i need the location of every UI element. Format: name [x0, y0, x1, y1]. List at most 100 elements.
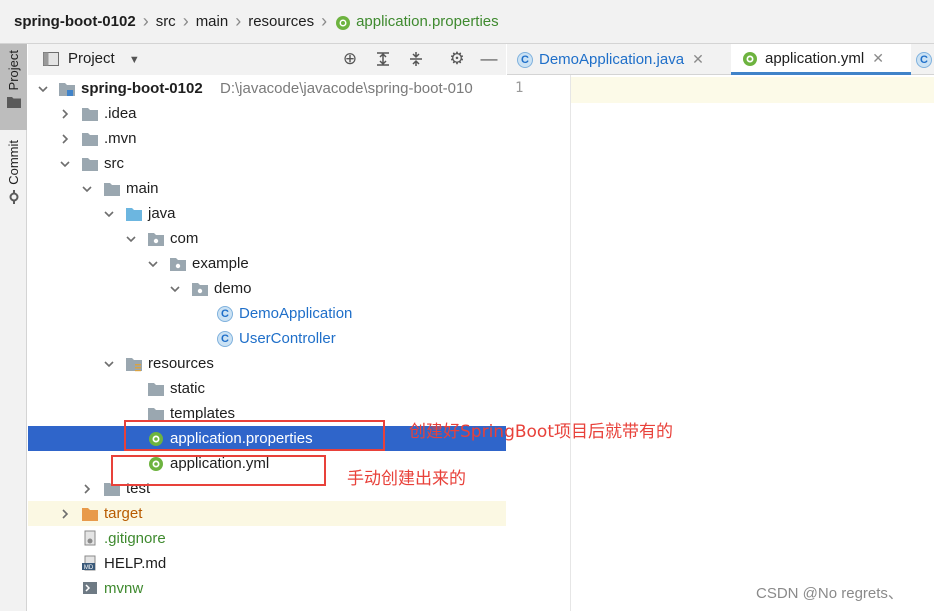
tree-row-java[interactable]: java	[28, 201, 506, 226]
breadcrumb-project[interactable]: spring-boot-0102	[14, 0, 136, 44]
svg-text:MD: MD	[84, 565, 94, 571]
tree-row-idea[interactable]: .idea	[28, 101, 506, 126]
hide-panel-icon[interactable]: —	[478, 48, 500, 70]
tree-row-example[interactable]: example	[28, 251, 506, 276]
project-panel-header: Project ▼ ⊕ ⚙ —	[28, 44, 506, 75]
tree-label-gitignore: .gitignore	[104, 530, 166, 547]
tree-label-resources: resources	[148, 355, 214, 372]
package-icon	[148, 233, 164, 246]
tree-label-java: java	[148, 205, 176, 222]
navigation-bar: spring-boot-0102 › src › main › resource…	[0, 0, 934, 44]
class-icon: C	[916, 51, 932, 68]
chevron-down-icon	[38, 86, 48, 93]
close-icon[interactable]: ✕	[872, 50, 884, 67]
current-line-highlight	[571, 77, 934, 103]
project-view-label: Project	[68, 50, 115, 67]
chevron-right-icon: ›	[182, 11, 189, 31]
tree-row-help-md[interactable]: MD HELP.md	[28, 551, 506, 576]
tree-label-demo-application: DemoApplication	[239, 305, 353, 322]
commit-icon	[9, 189, 18, 204]
code-editor[interactable]: 1	[507, 75, 934, 611]
tree-path-root: D:\javacode\javacode\spring-boot-010	[220, 80, 473, 97]
folder-icon	[148, 383, 164, 396]
expand-all-icon[interactable]	[372, 48, 394, 70]
tab-overflow[interactable]: C	[911, 44, 934, 75]
tree-row-main[interactable]: main	[28, 176, 506, 201]
tree-label-user-controller: UserController	[239, 330, 336, 347]
project-view-selector[interactable]: Project ▼	[68, 50, 140, 67]
chevron-down-icon	[148, 261, 158, 268]
breadcrumb-file[interactable]: application.properties	[334, 0, 499, 44]
tree-label-example: example	[192, 255, 249, 272]
tree-row-demo-application[interactable]: C DemoApplication	[28, 301, 506, 326]
chevron-right-icon	[62, 134, 69, 144]
dropdown-arrow-icon: ▼	[128, 54, 140, 66]
markdown-file-icon: MD	[82, 555, 96, 571]
chevron-down-icon	[82, 186, 92, 193]
line-gutter: 1	[507, 75, 571, 611]
source-folder-icon	[126, 208, 142, 221]
close-icon[interactable]: ✕	[692, 51, 704, 68]
chevron-right-icon	[84, 484, 91, 494]
excluded-folder-icon	[82, 508, 98, 521]
folder-icon	[82, 133, 98, 146]
annotation-box-yml	[111, 455, 326, 486]
chevron-down-icon	[60, 161, 70, 168]
tree-label-demo: demo	[214, 280, 252, 297]
folder-icon	[6, 97, 21, 109]
breadcrumb-main[interactable]: main	[196, 0, 229, 44]
tab-label-demo-application: DemoApplication.java	[539, 51, 685, 68]
tree-label-src: src	[104, 155, 124, 172]
tree-label-com: com	[170, 230, 199, 247]
tab-application-yml[interactable]: application.yml ✕	[731, 44, 911, 75]
project-tool-tab-label: Project	[6, 50, 21, 91]
tree-label-root: spring-boot-0102	[81, 80, 203, 97]
chevron-right-icon: ›	[321, 11, 328, 31]
project-tool-tab[interactable]: Project	[0, 44, 27, 130]
tool-window-strip: Project Commit	[0, 44, 27, 611]
tree-label-help-md: HELP.md	[104, 555, 167, 572]
package-icon	[170, 258, 186, 271]
folder-icon	[104, 183, 120, 196]
gear-icon[interactable]: ⚙	[446, 48, 468, 70]
chevron-down-icon	[104, 361, 114, 368]
spring-config-icon	[743, 52, 757, 66]
tree-label-main: main	[126, 180, 159, 197]
tree-label-mvn: .mvn	[104, 130, 137, 147]
commit-tool-tab-label: Commit	[6, 140, 21, 185]
editor-tab-bar: C DemoApplication.java ✕ application.yml…	[507, 44, 934, 75]
tree-row-root[interactable]: spring-boot-0102 D:\javacode\javacode\sp…	[28, 76, 506, 101]
chevron-right-icon: ›	[142, 11, 149, 31]
locate-file-icon[interactable]: ⊕	[339, 48, 361, 70]
collapse-all-icon[interactable]	[405, 48, 427, 70]
breadcrumb-file-label: application.properties	[356, 13, 499, 30]
tree-label-static: static	[170, 380, 206, 397]
breadcrumb-src[interactable]: src	[156, 0, 176, 44]
chevron-right-icon	[62, 509, 69, 519]
project-view-icon	[43, 52, 59, 66]
tree-row-resources[interactable]: resources	[28, 351, 506, 376]
class-icon: C	[216, 331, 234, 347]
tree-row-user-controller[interactable]: C UserController	[28, 326, 506, 351]
tree-row-com[interactable]: com	[28, 226, 506, 251]
annotation-text-yml: 手动创建出来的	[347, 469, 466, 489]
tree-row-demo[interactable]: demo	[28, 276, 506, 301]
gitignore-file-icon	[84, 530, 96, 546]
module-folder-icon	[59, 83, 75, 96]
tree-label-idea: .idea	[104, 105, 137, 122]
tree-row-gitignore[interactable]: .gitignore	[28, 526, 506, 551]
resources-folder-icon	[126, 358, 142, 372]
tree-row-mvnw[interactable]: mvnw	[28, 576, 506, 601]
tree-row-static[interactable]: static	[28, 376, 506, 401]
chevron-down-icon	[104, 211, 114, 218]
tab-demo-application[interactable]: C DemoApplication.java ✕	[507, 44, 729, 75]
tab-label-application-yml: application.yml	[765, 49, 865, 67]
chevron-right-icon: ›	[235, 11, 242, 31]
commit-tool-tab[interactable]: Commit	[0, 140, 27, 214]
breadcrumb-resources[interactable]: resources	[248, 0, 314, 44]
spring-class-icon: C	[216, 306, 234, 322]
tree-row-src[interactable]: src	[28, 151, 506, 176]
chevron-right-icon	[62, 109, 69, 119]
tree-row-mvn[interactable]: .mvn	[28, 126, 506, 151]
tree-row-target[interactable]: target	[28, 501, 506, 526]
